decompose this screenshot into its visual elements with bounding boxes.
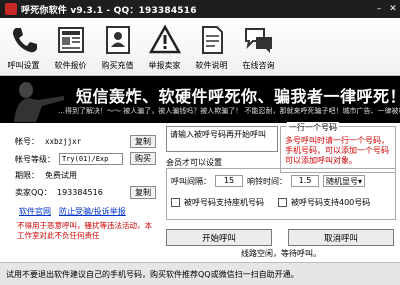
seller-qq-row: 卖家QQ： 193384516 xyxy=(15,187,137,198)
app-logo-icon xyxy=(5,3,17,15)
member-settings-title: 会员才可以设置 xyxy=(166,158,222,167)
seller-qq-label: 卖家QQ： xyxy=(15,188,52,197)
toolbar-report-seller[interactable]: 举报卖家 xyxy=(141,18,188,76)
window-title: 呼死你软件 v9.3.1 - QQ：193384516 xyxy=(21,5,197,16)
ring-input[interactable]: 1.5 xyxy=(291,175,319,187)
close-button[interactable]: ✕ xyxy=(386,2,400,15)
account-id-value: xxbzjjxr xyxy=(45,137,82,146)
numbers-group-legend: 一行一个号码 xyxy=(287,122,339,133)
ring-label: 响铃时间： xyxy=(247,176,287,186)
toolbar-instructions[interactable]: 软件说明 xyxy=(188,18,235,76)
400-number-label: 被呼号码支持400号码 xyxy=(291,198,371,207)
account-panel: 帐号： xxbzjjxr 复制 帐号等级： Try(01)/Exp 购买 期限：… xyxy=(5,128,161,248)
toolbar-label: 购买充值 xyxy=(101,61,134,70)
buy-button[interactable]: 购买 xyxy=(130,152,156,165)
seller-qq-value: 193384516 xyxy=(57,188,103,197)
copy-account-button[interactable]: 复制 xyxy=(130,135,156,148)
call-panel: 请输入被呼号码再开始呼叫 一行一个号码 多号呼叫时请一行一个号码，手机号码，可以… xyxy=(166,122,396,246)
caller-mode-select[interactable]: 随机显号 ▾ xyxy=(323,175,365,187)
account-level-select[interactable]: Try(01)/Exp xyxy=(59,153,123,165)
banner-headline: 短信轰炸、软硬件呼死你、骗我者一律呼死！ xyxy=(76,87,400,106)
toolbar-purchase[interactable]: 购买充值 xyxy=(94,18,141,76)
call-settings-group: 呼叫间隔： 15 响铃时间： 1.5 随机显号 ▾ 被呼号码支持座机号码 被呼号… xyxy=(166,168,396,220)
account-id-label: 帐号： xyxy=(15,137,39,146)
legal-warning: 不得用于恶意呼叫，骚扰等违法活动，本工作室对此不负任何责任 xyxy=(17,221,152,240)
toolbar-label: 软件说明 xyxy=(195,61,228,70)
caller-mode-value: 随机显号 xyxy=(326,176,358,186)
phone-icon xyxy=(12,28,37,53)
toolbar-label: 举报卖家 xyxy=(148,61,181,70)
interval-input[interactable]: 15 xyxy=(215,175,243,187)
report-fraud-link[interactable]: 防止受骗/投诉举报 xyxy=(59,206,126,217)
toolbar-online-consult[interactable]: 在线咨询 xyxy=(235,18,282,76)
chat-bubbles-icon xyxy=(244,28,272,53)
toolbar-pricing[interactable]: 软件报价 xyxy=(47,18,94,76)
target-number-input[interactable]: 请输入被呼号码再开始呼叫 xyxy=(166,126,278,152)
title-bar: 呼死你软件 v9.3.1 - QQ：193384516 – ✕ xyxy=(0,0,400,18)
links-row: 软件官网 防止受骗/投诉举报 xyxy=(19,206,126,217)
official-site-link[interactable]: 软件官网 xyxy=(19,206,51,217)
toolbar-label: 软件报价 xyxy=(54,61,87,70)
warning-triangle-icon xyxy=(148,24,181,54)
expire-label: 期限： xyxy=(15,171,39,180)
id-card-icon xyxy=(105,26,130,54)
account-id-row: 帐号： xxbzjjxr xyxy=(15,136,125,147)
toolbar-label: 在线咨询 xyxy=(242,61,275,70)
newspaper-icon xyxy=(57,27,84,53)
options-row: 被呼号码支持座机号码 被呼号码支持400号码 xyxy=(171,197,370,208)
numbers-group-note: 多号呼叫时请一行一个号码，手机号码，可以添加一个号码可以添加呼叫对象。 xyxy=(285,136,389,165)
toolbar-call-settings[interactable]: 呼叫设置 xyxy=(0,18,47,76)
400-number-checkbox[interactable] xyxy=(278,198,287,207)
interval-label: 呼叫间隔： xyxy=(171,176,211,186)
footer-status-bar: 试用不要退出软件建议自己的手机号码，购买软件推荐QQ或微信扫一扫自助开通。 xyxy=(0,262,400,285)
chevron-down-icon: ▾ xyxy=(358,176,363,186)
line-status: 线路空闲，等待呼叫。 xyxy=(241,249,321,258)
cancel-call-button[interactable]: 取消呼叫 xyxy=(288,229,394,246)
banner: 短信轰炸、软硬件呼死你、骗我者一律呼死！ …得到了解决！～～ 被人骗了，被人骗钱… xyxy=(0,76,400,123)
expire-value: 免费试用 xyxy=(45,171,77,180)
landline-label: 被呼号码支持座机号码 xyxy=(184,198,264,207)
copy-seller-button[interactable]: 复制 xyxy=(130,186,156,199)
landline-checkbox[interactable] xyxy=(171,198,180,207)
document-icon xyxy=(201,26,223,54)
toolbar: 呼叫设置 软件报价 购买充值 举报卖家 软件说明 在线咨询 xyxy=(0,18,400,76)
timing-row: 呼叫间隔： 15 响铃时间： 1.5 随机显号 ▾ xyxy=(171,175,365,187)
banner-marquee: …得到了解决！～～ 被人骗了，被人骗钱吗？被人欺骗了！ 不能忍耐，那就来呼死骗子… xyxy=(58,107,400,115)
account-expire-row: 期限： 免费试用 xyxy=(15,170,125,181)
account-level-label: 帐号等级： xyxy=(15,154,55,164)
numbers-group: 一行一个号码 多号呼叫时请一行一个号码，手机号码，可以添加一个号码可以添加呼叫对… xyxy=(280,122,396,173)
account-level-row: 帐号等级： Try(01)/Exp xyxy=(15,153,123,165)
gunman-silhouette-icon xyxy=(14,82,64,122)
toolbar-label: 呼叫设置 xyxy=(7,61,40,70)
minimize-button[interactable]: – xyxy=(372,2,386,15)
start-call-button[interactable]: 开始呼叫 xyxy=(166,229,272,246)
